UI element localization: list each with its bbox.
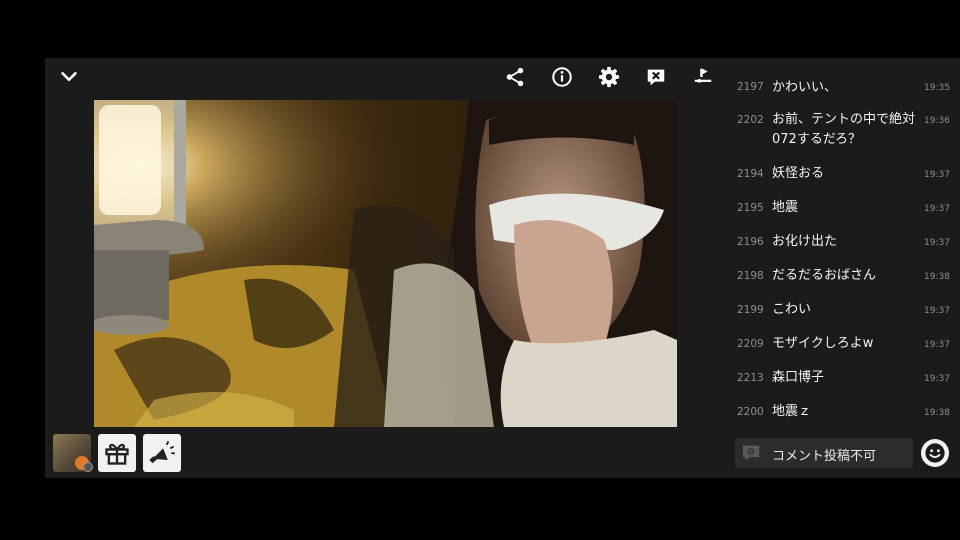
smiley-icon	[925, 443, 945, 463]
comment-number: 2200	[737, 406, 764, 418]
video-frame	[94, 100, 677, 427]
comment-time: 19:37	[924, 374, 950, 384]
gear-icon[interactable]	[596, 64, 622, 90]
comment-input[interactable]: コメント投稿不可	[735, 438, 913, 468]
live-player: ・・・ 2197 かわいい、 19:35 2202 お前、テントの中で絶対072…	[45, 58, 960, 478]
comment-number: 2195	[737, 202, 764, 214]
announce-button[interactable]	[143, 434, 181, 472]
comment-list[interactable]: ・・・ 2197 かわいい、 19:35 2202 お前、テントの中で絶対072…	[735, 58, 960, 433]
comment-text: 地震	[772, 200, 799, 215]
comment-text: こわい	[772, 302, 812, 317]
info-icon[interactable]	[549, 64, 575, 90]
comment-text: だるだるおばさん	[772, 268, 877, 283]
badge-dot-icon	[83, 462, 93, 472]
comment-text: 地震ｚ	[772, 404, 812, 419]
comment-icon	[742, 445, 760, 461]
comment-time: 19:37	[924, 170, 950, 180]
comment-number: 2199	[737, 304, 764, 316]
comment-number: 2196	[737, 236, 764, 248]
comment-number: 2197	[737, 81, 764, 93]
comment-time: 19:38	[924, 272, 950, 282]
video-player[interactable]	[94, 100, 677, 427]
comment-time: 19:38	[924, 408, 950, 418]
emoji-button[interactable]	[921, 439, 949, 467]
gift-icon	[105, 443, 129, 465]
comment-time: 19:36	[924, 116, 950, 126]
comment-text: 森口博子	[772, 370, 825, 385]
chevron-down-icon[interactable]	[56, 64, 82, 90]
comment-time: 19:37	[924, 238, 950, 248]
share-icon[interactable]	[502, 64, 528, 90]
comment-number: 2209	[737, 338, 764, 350]
comment-text: お前、テントの中で絶対072するだろ？	[772, 112, 916, 147]
comment-time: 19:37	[924, 204, 950, 214]
comment-number: 2213	[737, 372, 764, 384]
broadcaster-thumbnail[interactable]	[53, 434, 93, 472]
comment-time: 19:35	[924, 83, 950, 93]
comment-number: 2202	[737, 114, 764, 126]
comment-time: 19:37	[924, 306, 950, 316]
comment-text: お化け出た	[772, 234, 838, 249]
comment-text: かわいい、	[772, 80, 838, 95]
comment-status: コメント投稿不可	[772, 449, 877, 464]
comment-number: 2194	[737, 168, 764, 180]
megaphone-icon	[149, 440, 175, 464]
comment-time: 19:37	[924, 340, 950, 350]
comment-number: 2198	[737, 270, 764, 282]
comment-text: 妖怪おる	[772, 166, 825, 181]
comment-text: モザイクしろよw	[772, 336, 874, 351]
exit-icon[interactable]	[690, 64, 716, 90]
close-box-icon[interactable]	[643, 64, 669, 90]
gift-button[interactable]	[98, 434, 136, 472]
